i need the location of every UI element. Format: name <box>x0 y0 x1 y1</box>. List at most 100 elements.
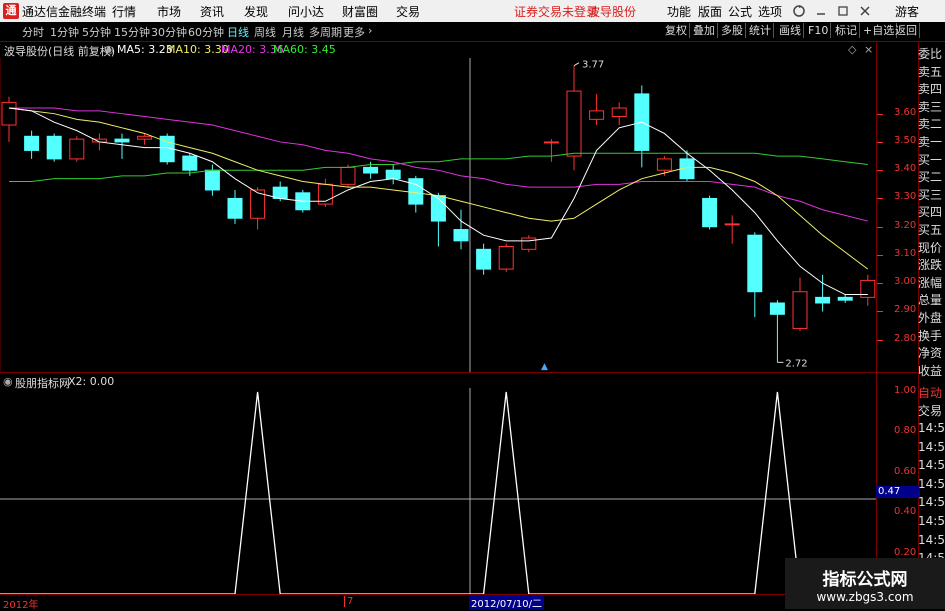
sidebar-ind-item[interactable]: 自动 <box>918 384 945 401</box>
mark-button[interactable]: 标记 <box>833 23 860 38</box>
period-60min[interactable]: 60分钟 <box>188 24 224 40</box>
trade-time: 14:56 <box>918 532 945 547</box>
refresh-icon[interactable] <box>792 4 806 18</box>
sidebar-item[interactable]: 买一 <box>918 151 945 168</box>
menu-news[interactable]: 资讯 <box>200 3 224 20</box>
period-weekly[interactable]: 周线 <box>254 24 276 40</box>
menu-discover[interactable]: 发现 <box>244 3 268 20</box>
menu-trade[interactable]: 交易 <box>396 3 420 20</box>
candle-body <box>611 107 627 118</box>
sidebar-item[interactable]: 买五 <box>918 221 945 238</box>
trade-time: 14:56 <box>918 495 945 510</box>
sidebar-item[interactable]: 卖五 <box>918 63 945 80</box>
panel-close-icon[interactable]: × <box>864 43 873 56</box>
indicator-chart[interactable] <box>0 388 915 594</box>
multi-stock-button[interactable]: 多股 <box>719 23 746 38</box>
position-marker-icon: ▲ <box>541 362 548 372</box>
minimize-icon[interactable] <box>814 4 828 18</box>
price-tick-mark <box>877 311 883 313</box>
indicator-tick: 1.00 <box>894 385 917 396</box>
period-monthly[interactable]: 月线 <box>282 24 304 40</box>
period-daily[interactable]: 日线 <box>227 24 249 40</box>
period-30min[interactable]: 30分钟 <box>151 24 187 40</box>
period-multi[interactable]: 多周期 <box>309 24 342 40</box>
sidebar-item[interactable]: 买二 <box>918 168 945 185</box>
adjust-button[interactable]: 复权 <box>663 23 690 38</box>
high-label: 3.77 <box>582 60 604 71</box>
candle-body <box>204 169 220 191</box>
overlay-button[interactable]: 叠加 <box>691 23 718 38</box>
ma-settings-icon[interactable]: ◉ <box>104 43 114 56</box>
date-axis <box>0 594 918 610</box>
candle-body <box>227 197 243 219</box>
period-toolbar: 分时 1分钟 5分钟 15分钟 30分钟 60分钟 日线 周线 月线 多周期 更… <box>0 22 945 42</box>
sidebar-item[interactable]: 买四 <box>918 203 945 220</box>
close-icon[interactable] <box>858 4 872 18</box>
period-more[interactable]: 更多 <box>343 24 365 40</box>
back-button[interactable]: 返回 <box>893 23 920 38</box>
menu-market-quotes[interactable]: 行情 <box>112 3 136 20</box>
candle-body <box>430 195 446 222</box>
date-cursor: 2012/07/10/二 <box>469 595 545 610</box>
price-tick: 3.20 <box>894 219 917 231</box>
login-status[interactable]: 证券交易未登录 <box>514 3 598 20</box>
candlestick-chart[interactable]: 3.77 2.72 <box>0 58 915 372</box>
draw-line-button[interactable]: 画线 <box>777 23 804 38</box>
indicator-settings-icon[interactable]: ◉ <box>3 375 13 388</box>
candle-body <box>815 296 831 304</box>
price-tick: 3.60 <box>894 106 917 118</box>
indicator-tick: 0.40 <box>894 506 917 518</box>
menu-layout[interactable]: 版面 <box>698 3 722 20</box>
menu-formula[interactable]: 公式 <box>728 3 752 20</box>
guest-user[interactable]: 游客 <box>895 3 919 20</box>
indicator-tick: 0.80 <box>894 425 917 437</box>
sidebar-item[interactable]: 涨跌 <box>918 256 945 273</box>
price-tick-mark <box>877 254 883 256</box>
sidebar-item[interactable]: 卖一 <box>918 133 945 150</box>
indicator-tick: 0.60 <box>894 465 917 477</box>
sidebar-item[interactable]: 卖二 <box>918 115 945 132</box>
price-tick-mark <box>877 141 883 143</box>
period-5min[interactable]: 5分钟 <box>82 24 111 40</box>
sidebar-item[interactable]: 换手 <box>918 327 945 344</box>
chevron-right-icon[interactable]: › <box>368 24 372 37</box>
sidebar-item[interactable]: 委比 <box>918 45 945 62</box>
collapse-icon[interactable]: ◇ <box>848 43 856 56</box>
menu-options[interactable]: 选项 <box>758 3 782 20</box>
candle-body <box>566 90 582 157</box>
maximize-icon[interactable] <box>836 4 850 18</box>
sidebar-item[interactable]: 总量 <box>918 291 945 308</box>
price-tick: 3.50 <box>894 134 917 146</box>
sidebar-item[interactable]: 买三 <box>918 186 945 203</box>
price-tick: 3.00 <box>894 276 917 288</box>
sidebar-item[interactable]: 外盘 <box>918 309 945 326</box>
sidebar-item[interactable]: 卖三 <box>918 98 945 115</box>
menu-ask[interactable]: 问小达 <box>288 3 324 20</box>
price-tick-mark <box>877 113 883 115</box>
f10-button[interactable]: F10 <box>806 23 832 38</box>
trade-time: 14:56 <box>918 439 945 454</box>
menu-wealth-circle[interactable]: 财富圈 <box>342 3 378 20</box>
period-1min[interactable]: 1分钟 <box>50 24 79 40</box>
menu-market[interactable]: 市场 <box>157 3 181 20</box>
candle-body <box>182 155 198 171</box>
add-watchlist-button[interactable]: +自选 <box>861 23 898 38</box>
app-title: 通达信金融终端 <box>22 5 107 19</box>
period-intraday[interactable]: 分时 <box>22 24 44 40</box>
candle-body <box>792 291 808 329</box>
sidebar-item[interactable]: 涨幅 <box>918 274 945 291</box>
sidebar-item[interactable]: 收益 <box>918 362 945 379</box>
period-15min[interactable]: 15分钟 <box>114 24 150 40</box>
indicator-line <box>0 391 876 594</box>
sidebar-item[interactable]: 净资 <box>918 344 945 361</box>
sidebar-ind-item[interactable]: 交易 <box>918 402 945 419</box>
candle-body <box>363 166 379 174</box>
sidebar-item[interactable]: 现价 <box>918 239 945 256</box>
candle-body <box>498 245 514 270</box>
statistics-button[interactable]: 统计 <box>747 23 774 38</box>
ma10-value: MA10: 3.30 <box>166 43 229 56</box>
ma5-value: MA5: 3.23 <box>117 43 173 56</box>
date-month-7: 7 <box>344 596 353 607</box>
sidebar-item[interactable]: 卖四 <box>918 80 945 97</box>
menu-functions[interactable]: 功能 <box>667 3 691 20</box>
